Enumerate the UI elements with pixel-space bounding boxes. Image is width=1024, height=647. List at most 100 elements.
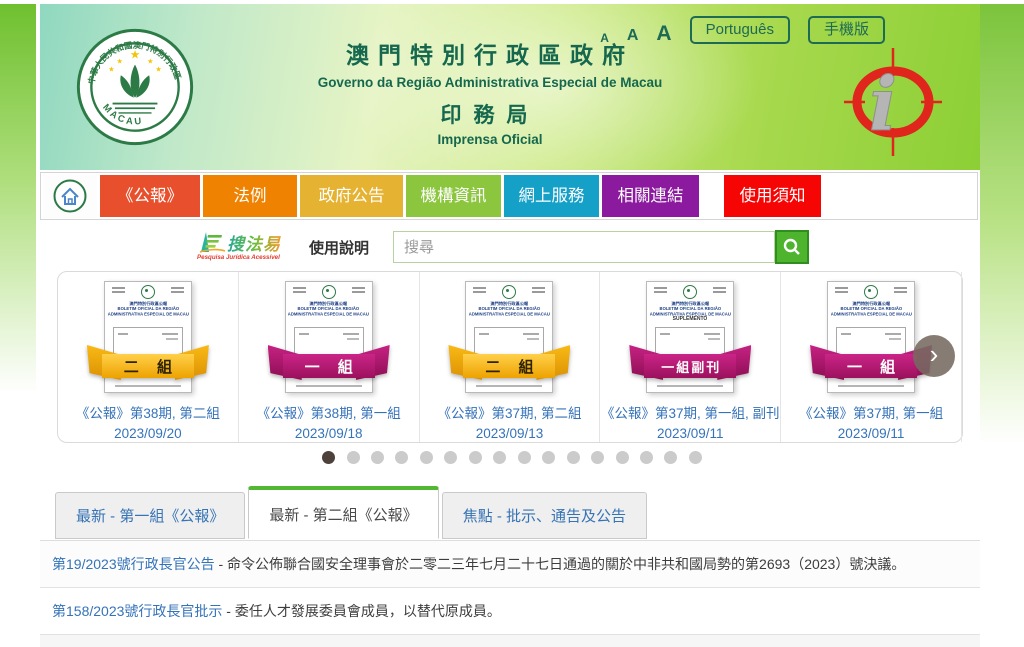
group-ribbon: 二 組 xyxy=(450,353,568,379)
cover-emblem-icon xyxy=(322,285,336,299)
tab-focus-notices[interactable]: 焦點 - 批示、通告及公告 xyxy=(442,492,647,539)
pagination-dot[interactable] xyxy=(322,451,335,464)
legal-search-logo[interactable]: 搜法易 Pesquisa Jurídica Acessível xyxy=(197,230,297,265)
pagination-dot[interactable] xyxy=(567,451,580,464)
nav-item-terms-of-use[interactable]: 使用須知 xyxy=(724,175,821,217)
gazette-cover: 澳門特別行政區公報BOLETIM OFICIAL DA REGIÃOADMINI… xyxy=(285,281,373,393)
gazette-date: 2023/09/20 xyxy=(58,426,238,441)
gazette-date: 2023/09/18 xyxy=(239,426,419,441)
main-navigation: 《公報》 法例 政府公告 機構資訊 網上服務 相關連結 使用須知 xyxy=(40,172,978,220)
left-green-strip xyxy=(0,4,36,394)
news-row-link[interactable]: 第158/2023號行政長官批示 xyxy=(52,603,222,619)
cover-title-lines: 澳門特別行政區公報BOLETIM OFICIAL DA REGIÃOADMINI… xyxy=(828,301,914,317)
gazette-date: 2023/09/11 xyxy=(600,426,780,441)
cover-title-lines: 澳門特別行政區公報BOLETIM OFICIAL DA REGIÃOADMINI… xyxy=(286,301,372,317)
pagination-dot[interactable] xyxy=(469,451,482,464)
carousel-item[interactable]: 澳門特別行政區公報BOLETIM OFICIAL DA REGIÃOADMINI… xyxy=(58,272,239,442)
pagination-dot[interactable] xyxy=(493,451,506,464)
gazette-link[interactable]: 《公報》第37期, 第一組 xyxy=(781,402,961,422)
right-green-strip xyxy=(980,4,1024,444)
gazette-date: 2023/09/11 xyxy=(781,426,961,441)
carousel-item[interactable]: 澳門特別行政區公報BOLETIM OFICIAL DA REGIÃOADMINI… xyxy=(600,272,781,442)
pagination-dot[interactable] xyxy=(616,451,629,464)
chevron-right-icon: › xyxy=(930,339,939,370)
cover-emblem-icon xyxy=(502,285,516,299)
gazette-link[interactable]: 《公報》第38期, 第一組 xyxy=(239,402,419,422)
search-button[interactable] xyxy=(775,230,809,264)
news-row[interactable]: 第19/2023號行政長官公告 - 命令公佈聯合國安全理事會於二零二三年七月二十… xyxy=(40,541,980,588)
group-ribbon: 一組副刊 xyxy=(631,353,749,379)
bureau-title-zh: 印務局 xyxy=(40,99,940,129)
news-row[interactable]: 第157/2023號行政長官批示 - 委任融入國家發展工作委員會成員，以替代原成… xyxy=(40,635,980,647)
news-list: 第19/2023號行政長官公告 - 命令公佈聯合國安全理事會於二零二三年七月二十… xyxy=(40,540,980,647)
nav-item-related-links[interactable]: 相關連結 xyxy=(602,175,699,217)
pagination-dot[interactable] xyxy=(444,451,457,464)
news-row-text: - 命令公佈聯合國安全理事會於二零二三年七月二十七日通過的關於中非共和國局勢的第… xyxy=(215,556,906,572)
nav-item-government-notices[interactable]: 政府公告 xyxy=(300,175,403,217)
pagination-dot[interactable] xyxy=(640,451,653,464)
group-ribbon: 一 組 xyxy=(270,353,388,379)
cover-supplement-label: SUPLEMENTO xyxy=(669,316,712,322)
gov-title-pt: Governo da Região Administrativa Especia… xyxy=(40,75,940,90)
gazette-link[interactable]: 《公報》第37期, 第二組 xyxy=(420,402,600,422)
gazette-cover: 澳門特別行政區公報BOLETIM OFICIAL DA REGIÃOADMINI… xyxy=(646,281,734,393)
pagination-dot[interactable] xyxy=(518,451,531,464)
imprensa-oficial-crosshair-logo: i xyxy=(843,46,943,158)
font-size-small-button[interactable]: A xyxy=(600,32,609,44)
cover-emblem-icon xyxy=(141,285,155,299)
gazette-link[interactable]: 《公報》第37期, 第一組, 副刊 xyxy=(600,402,780,422)
news-row-link[interactable]: 第19/2023號行政長官公告 xyxy=(52,556,215,572)
cover-title-lines: 澳門特別行政區公報BOLETIM OFICIAL DA REGIÃOADMINI… xyxy=(105,301,191,317)
site-title-block: 澳門特別行政區政府 Governo da Região Administrati… xyxy=(40,36,940,147)
group-ribbon: 二 組 xyxy=(89,353,207,379)
nav-item-legislation[interactable]: 法例 xyxy=(203,175,297,217)
home-icon xyxy=(52,178,88,214)
pagination-dot[interactable] xyxy=(371,451,384,464)
pagination-dot[interactable] xyxy=(420,451,433,464)
header-topbar: A A A Português 手機版 xyxy=(40,16,885,44)
news-tabs: 最新 - 第一組《公報》 最新 - 第二組《公報》 焦點 - 批示、通告及公告 xyxy=(55,486,650,539)
legal-search-logo-text: 搜法易 xyxy=(227,230,281,255)
font-size-medium-button[interactable]: A xyxy=(627,28,639,44)
pagination-dot[interactable] xyxy=(395,451,408,464)
io-letter-i: i xyxy=(869,62,897,148)
bureau-title-pt: Imprensa Oficial xyxy=(40,132,940,147)
news-row-text: - 委任人才發展委員會成員，以替代原成員。 xyxy=(222,603,500,619)
tab-latest-group2-gazette[interactable]: 最新 - 第二組《公報》 xyxy=(248,486,438,539)
search-row: 搜法易 Pesquisa Jurídica Acessível 使用說明 xyxy=(40,224,980,270)
nav-item-gazette[interactable]: 《公報》 xyxy=(100,175,200,217)
pagination-dot[interactable] xyxy=(689,451,702,464)
legal-search-logo-icon xyxy=(197,230,227,254)
carousel-next-button[interactable]: › xyxy=(913,335,955,377)
gazette-carousel: 澳門特別行政區公報BOLETIM OFICIAL DA REGIÃOADMINI… xyxy=(57,271,963,443)
gazette-cover: 澳門特別行政區公報BOLETIM OFICIAL DA REGIÃOADMINI… xyxy=(104,281,192,393)
pagination-dot[interactable] xyxy=(347,451,360,464)
cover-emblem-icon xyxy=(683,285,697,299)
usage-instructions-link[interactable]: 使用說明 xyxy=(309,237,369,258)
carousel-item[interactable]: 澳門特別行政區公報BOLETIM OFICIAL DA REGIÃOADMINI… xyxy=(239,272,420,442)
header-banner: 中華人民共和國澳門特別行政區 ★ ★ ★ ★ ★ MACAU 澳門特別行政區政府… xyxy=(40,4,980,170)
carousel-pagination xyxy=(0,451,1024,469)
news-row[interactable]: 第158/2023號行政長官批示 - 委任人才發展委員會成員，以替代原成員。 xyxy=(40,588,980,635)
pagination-dot[interactable] xyxy=(664,451,677,464)
nav-item-online-services[interactable]: 網上服務 xyxy=(504,175,599,217)
nav-item-organization-info[interactable]: 機構資訊 xyxy=(406,175,501,217)
pagination-dot[interactable] xyxy=(542,451,555,464)
search-input[interactable] xyxy=(393,231,775,263)
cover-title-lines: 澳門特別行政區公報BOLETIM OFICIAL DA REGIÃOADMINI… xyxy=(647,301,733,317)
page: 中華人民共和國澳門特別行政區 ★ ★ ★ ★ ★ MACAU 澳門特別行政區政府… xyxy=(0,0,1024,647)
gazette-cover: 澳門特別行政區公報BOLETIM OFICIAL DA REGIÃOADMINI… xyxy=(827,281,915,393)
pagination-dot[interactable] xyxy=(591,451,604,464)
portuguese-language-button[interactable]: Português xyxy=(690,16,790,44)
gazette-date: 2023/09/13 xyxy=(420,426,600,441)
mobile-version-button[interactable]: 手機版 xyxy=(808,16,885,44)
gazette-cover: 澳門特別行政區公報BOLETIM OFICIAL DA REGIÃOADMINI… xyxy=(465,281,553,393)
home-button[interactable] xyxy=(43,174,97,218)
carousel-item[interactable]: 澳門特別行政區公報BOLETIM OFICIAL DA REGIÃOADMINI… xyxy=(420,272,601,442)
font-size-large-button[interactable]: A xyxy=(656,23,671,44)
tab-latest-group1-gazette[interactable]: 最新 - 第一組《公報》 xyxy=(55,492,245,539)
gazette-link[interactable]: 《公報》第38期, 第二組 xyxy=(58,402,238,422)
legal-search-logo-subtext: Pesquisa Jurídica Acessível xyxy=(197,254,280,261)
search-icon xyxy=(782,237,802,257)
cover-title-lines: 澳門特別行政區公報BOLETIM OFICIAL DA REGIÃOADMINI… xyxy=(467,301,553,317)
